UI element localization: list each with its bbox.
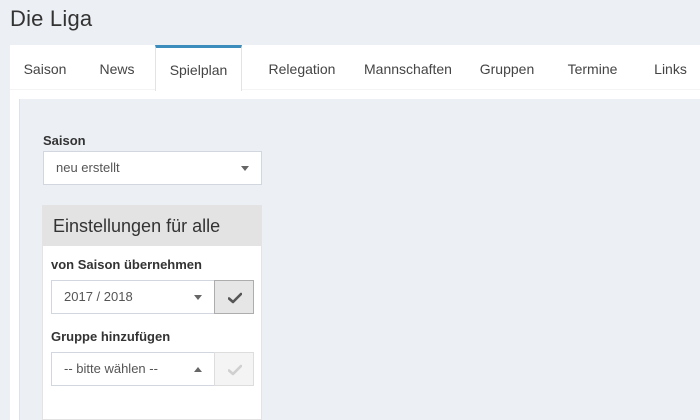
saison-select-value: neu erstellt xyxy=(56,160,120,175)
saison-label: Saison xyxy=(43,133,86,148)
add-group-select[interactable]: -- bitte wählen -- xyxy=(51,352,215,386)
add-group-confirm-button[interactable] xyxy=(214,352,254,386)
tab-saison[interactable]: Saison xyxy=(15,45,75,90)
tab-relegation[interactable]: Relegation xyxy=(253,45,351,90)
tab-bar: Saison News Spielplan Relegation Mannsch… xyxy=(10,45,700,91)
add-group-label: Gruppe hinzufügen xyxy=(51,329,171,344)
saison-select[interactable]: neu erstellt xyxy=(43,151,262,185)
add-group-value: -- bitte wählen -- xyxy=(64,361,158,376)
copy-from-confirm-button[interactable] xyxy=(214,280,254,314)
caret-down-icon xyxy=(194,295,202,300)
check-icon xyxy=(228,364,242,376)
tab-spielplan[interactable]: Spielplan xyxy=(155,45,242,91)
copy-from-value: 2017 / 2018 xyxy=(64,289,133,304)
tab-mannschaften[interactable]: Mannschaften xyxy=(352,45,464,90)
tab-termine[interactable]: Termine xyxy=(561,45,624,90)
caret-down-icon xyxy=(241,166,249,171)
copy-from-select[interactable]: 2017 / 2018 xyxy=(51,280,215,314)
copy-from-label: von Saison übernehmen xyxy=(51,257,202,272)
page-title: Die Liga xyxy=(10,6,93,31)
caret-up-icon xyxy=(194,367,202,372)
check-icon xyxy=(228,292,242,304)
tab-gruppen[interactable]: Gruppen xyxy=(473,45,541,90)
settings-panel-title: Einstellungen für alle xyxy=(43,206,261,246)
tab-news[interactable]: News xyxy=(92,45,142,90)
tab-links[interactable]: Links xyxy=(648,45,693,90)
